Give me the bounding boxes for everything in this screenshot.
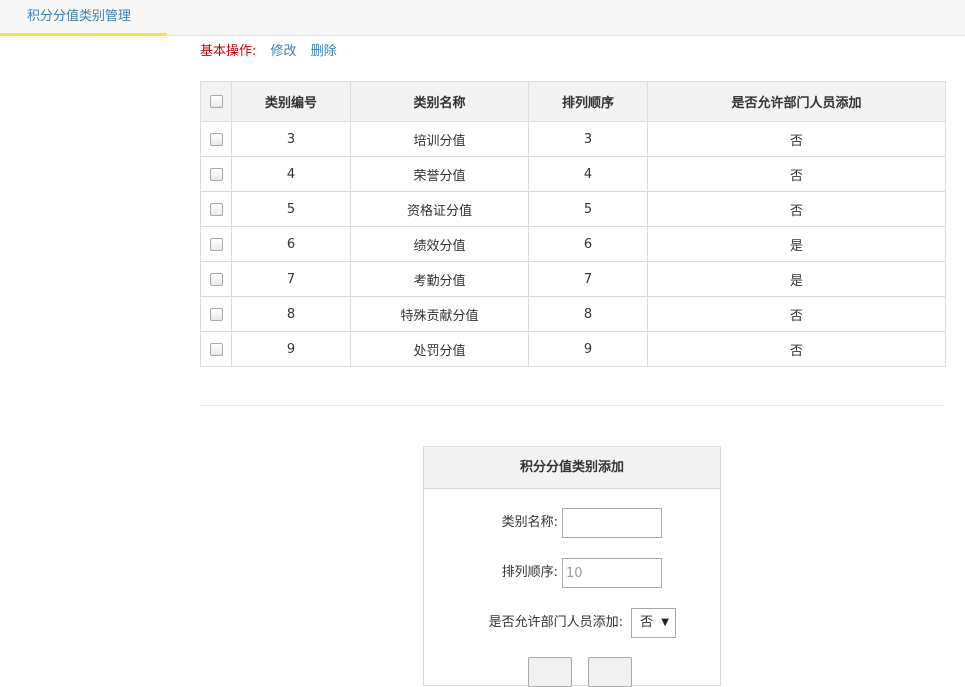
cell-sort-order: 4: [528, 156, 648, 192]
cell-category-name: 资格证分值: [350, 191, 529, 227]
sort-order-label: 排列顺序:: [501, 565, 558, 580]
category-name-label: 类别名称:: [501, 515, 558, 530]
table-row[interactable]: 6 绩效分值 6 是: [200, 226, 946, 262]
cell-allow-dept-add: 否: [647, 191, 946, 227]
select-all-cell: [200, 81, 232, 122]
cell-category-id: 6: [231, 226, 351, 262]
cell-category-id: 5: [231, 191, 351, 227]
cell-allow-dept-add: 否: [647, 156, 946, 192]
cell-sort-order: 3: [528, 121, 648, 157]
basic-operations: 基本操作: 修改 删除: [200, 42, 337, 62]
dropdown-arrow-icon: ▼: [661, 617, 669, 628]
add-category-form: 积分分值类别添加 类别名称: 排列顺序: 是否允许部门人员添加: 否 ▼: [423, 446, 721, 687]
tab-score-category-management[interactable]: 积分分值类别管理: [0, 0, 167, 36]
cell-allow-dept-add: 是: [647, 226, 946, 262]
row-checkbox[interactable]: [209, 237, 223, 251]
category-table: 类别编号 类别名称 排列顺序 是否允许部门人员添加 3 培训分值 3 否 4 荣…: [200, 81, 946, 367]
cell-category-name: 处罚分值: [350, 331, 529, 367]
header-category-name: 类别名称: [350, 81, 529, 122]
form-row-allow: 是否允许部门人员添加: 否 ▼: [424, 608, 720, 638]
cell-sort-order: 9: [528, 331, 648, 367]
cell-category-name: 荣誉分值: [350, 156, 529, 192]
cell-sort-order: 5: [528, 191, 648, 227]
header-category-id: 类别编号: [231, 81, 351, 122]
row-checkbox[interactable]: [209, 342, 223, 356]
form-row-name: 类别名称:: [424, 508, 720, 538]
category-name-input[interactable]: [562, 508, 662, 538]
allow-dept-add-select[interactable]: 否 ▼: [631, 608, 676, 638]
cell-category-id: 9: [231, 331, 351, 367]
delete-link[interactable]: 删除: [311, 44, 337, 59]
cell-allow-dept-add: 否: [647, 296, 946, 332]
reset-button[interactable]: [588, 657, 632, 687]
row-checkbox[interactable]: [209, 307, 223, 321]
table-header-row: 类别编号 类别名称 排列顺序 是否允许部门人员添加: [200, 81, 946, 122]
table-row[interactable]: 9 处罚分值 9 否: [200, 331, 946, 367]
cell-sort-order: 8: [528, 296, 648, 332]
cell-category-name: 特殊贡献分值: [350, 296, 529, 332]
header-sort-order: 排列顺序: [528, 81, 648, 122]
cell-allow-dept-add: 否: [647, 121, 946, 157]
header-allow-dept-add: 是否允许部门人员添加: [647, 81, 946, 122]
cell-sort-order: 6: [528, 226, 648, 262]
table-row[interactable]: 4 荣誉分值 4 否: [200, 156, 946, 192]
select-all-checkbox[interactable]: [209, 95, 223, 108]
table-row[interactable]: 8 特殊贡献分值 8 否: [200, 296, 946, 332]
sort-order-input[interactable]: [562, 558, 662, 588]
table-row[interactable]: 7 考勤分值 7 是: [200, 261, 946, 297]
table-row[interactable]: 5 资格证分值 5 否: [200, 191, 946, 227]
section-divider: [200, 405, 945, 406]
row-checkbox[interactable]: [209, 167, 223, 181]
cell-sort-order: 7: [528, 261, 648, 297]
cell-category-name: 培训分值: [350, 121, 529, 157]
cell-allow-dept-add: 是: [647, 261, 946, 297]
cell-allow-dept-add: 否: [647, 331, 946, 367]
table-row[interactable]: 3 培训分值 3 否: [200, 121, 946, 157]
cell-category-id: 4: [231, 156, 351, 192]
submit-button[interactable]: [528, 657, 572, 687]
cell-category-name: 考勤分值: [350, 261, 529, 297]
basic-operations-label: 基本操作:: [200, 44, 257, 59]
row-checkbox[interactable]: [209, 272, 223, 286]
tab-bar: 积分分值类别管理: [0, 0, 965, 36]
cell-category-id: 3: [231, 121, 351, 157]
allow-dept-add-selected: 否: [640, 615, 654, 630]
cell-category-id: 8: [231, 296, 351, 332]
row-checkbox[interactable]: [209, 202, 223, 216]
cell-category-name: 绩效分值: [350, 226, 529, 262]
cell-category-id: 7: [231, 261, 351, 297]
edit-link[interactable]: 修改: [271, 44, 297, 59]
row-checkbox[interactable]: [209, 132, 223, 146]
form-title: 积分分值类别添加: [424, 447, 720, 489]
allow-dept-add-label: 是否允许部门人员添加:: [488, 615, 623, 630]
form-row-order: 排列顺序:: [424, 558, 720, 588]
